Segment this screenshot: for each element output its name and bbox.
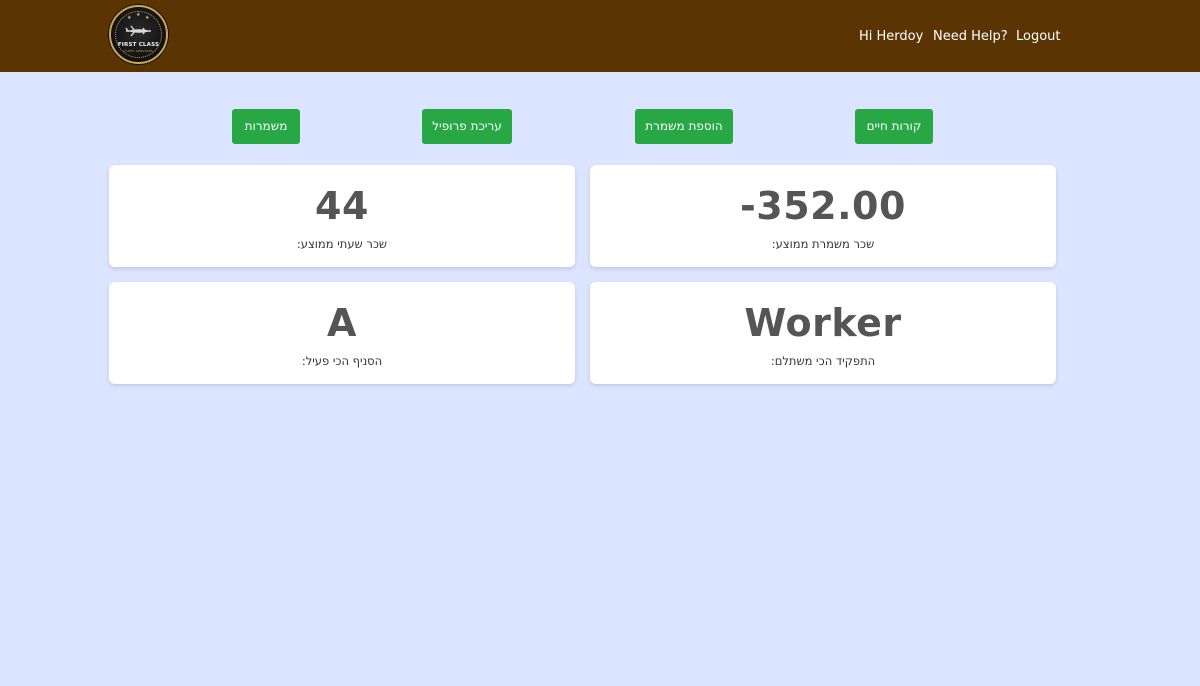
logo-star-icon: ★ (145, 15, 150, 21)
top-role-card: Worker :התפקיד הכי משתלם (590, 282, 1056, 384)
cv-button[interactable]: קורות חיים (855, 109, 933, 144)
top-branch-card: A :הסניף הכי פעיל (109, 282, 575, 384)
top-branch-label: :הסניף הכי פעיל (301, 354, 383, 368)
nav-logout-link[interactable]: Logout (1016, 28, 1061, 46)
add-shift-button[interactable]: הוספת משמרת (635, 109, 733, 144)
logo-title: FIRST CLASS (117, 42, 160, 48)
shifts-button[interactable]: משמרות (232, 109, 300, 144)
logo-subtitle: FLEET SERVICES (124, 49, 153, 53)
nav-greeting-link[interactable]: Hi Herdoy (859, 28, 923, 46)
top-role-value: Worker (744, 301, 902, 345)
top-branch-value: A (327, 301, 357, 345)
avg-shift-pay-card: -352.00 :שכר משמרת ממוצע (590, 165, 1056, 267)
logo-star-icon: ★ (127, 15, 132, 21)
airplane-icon (125, 25, 151, 37)
logo-star-icon: ★ (136, 12, 141, 18)
avg-shift-pay-value: -352.00 (740, 184, 906, 228)
avg-hourly-pay-label: :שכר שעתי ממוצע (296, 237, 388, 251)
top-role-label: :התפקיד הכי משתלם (770, 354, 876, 368)
top-navbar: ★ ★ ★ FIRST CLASS FLEET SERVICES Hi Herd… (0, 0, 1200, 72)
nav-help-link[interactable]: Need Help? (933, 28, 1008, 46)
edit-profile-button[interactable]: עריכת פרופיל (422, 109, 512, 144)
avg-hourly-pay-value: 44 (315, 184, 369, 228)
avg-shift-pay-label: :שכר משמרת ממוצע (771, 237, 875, 251)
avg-hourly-pay-card: 44 :שכר שעתי ממוצע (109, 165, 575, 267)
brand-logo[interactable]: ★ ★ ★ FIRST CLASS FLEET SERVICES (109, 5, 168, 64)
